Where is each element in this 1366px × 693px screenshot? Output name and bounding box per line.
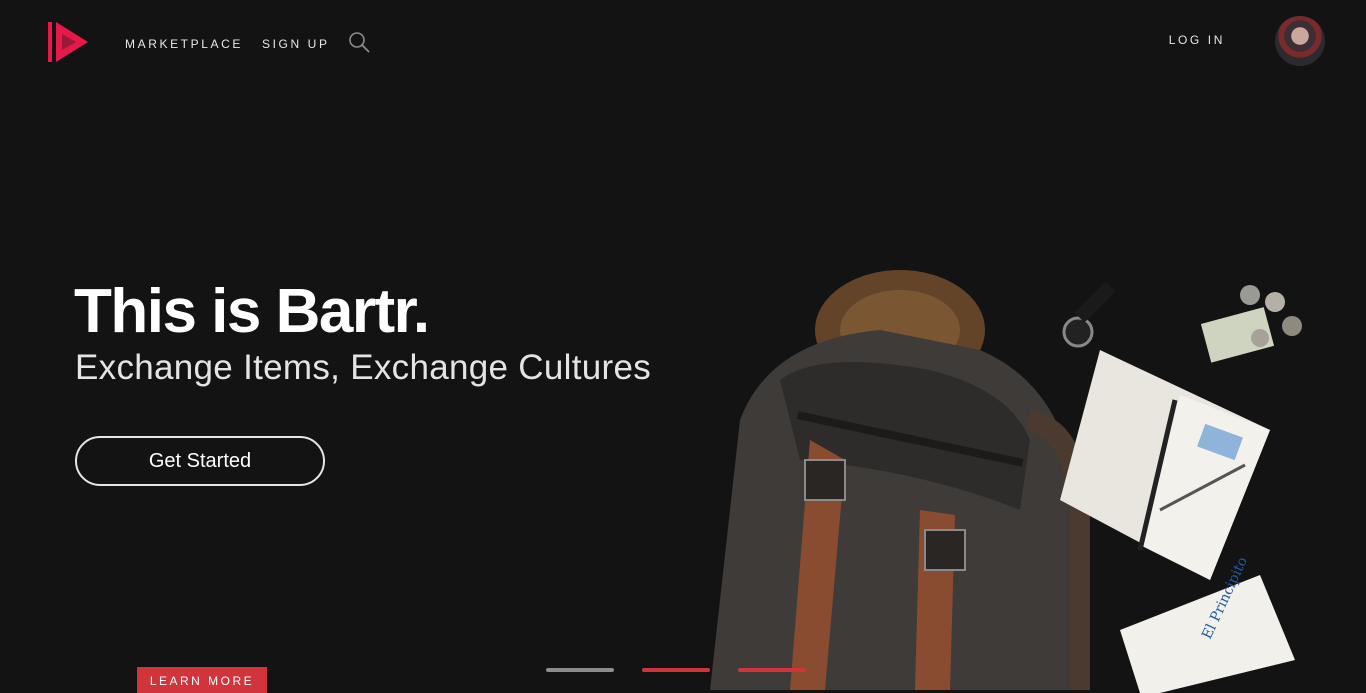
search-icon[interactable] xyxy=(347,30,371,54)
carousel-dot-1[interactable] xyxy=(546,668,614,672)
hero-title: This is Bartr. xyxy=(74,277,430,346)
hero-backpack-image: El Principito xyxy=(710,270,1302,693)
carousel-dot-2[interactable] xyxy=(642,668,710,672)
hero-subtitle: Exchange Items, Exchange Cultures xyxy=(75,348,652,387)
get-started-button[interactable]: Get Started xyxy=(75,436,325,486)
avatar[interactable] xyxy=(1275,16,1325,66)
nav-marketplace-link[interactable]: MARKETPLACE xyxy=(125,37,243,51)
carousel-dot-3[interactable] xyxy=(738,668,806,672)
nav-login-link[interactable]: LOG IN xyxy=(1169,33,1225,47)
play-logo-icon[interactable] xyxy=(48,20,90,64)
learn-more-button[interactable]: LEARN MORE xyxy=(137,667,267,693)
nav-signup-link[interactable]: SIGN UP xyxy=(262,37,330,51)
top-nav: MARKETPLACE SIGN UP LOG IN xyxy=(0,0,1366,90)
